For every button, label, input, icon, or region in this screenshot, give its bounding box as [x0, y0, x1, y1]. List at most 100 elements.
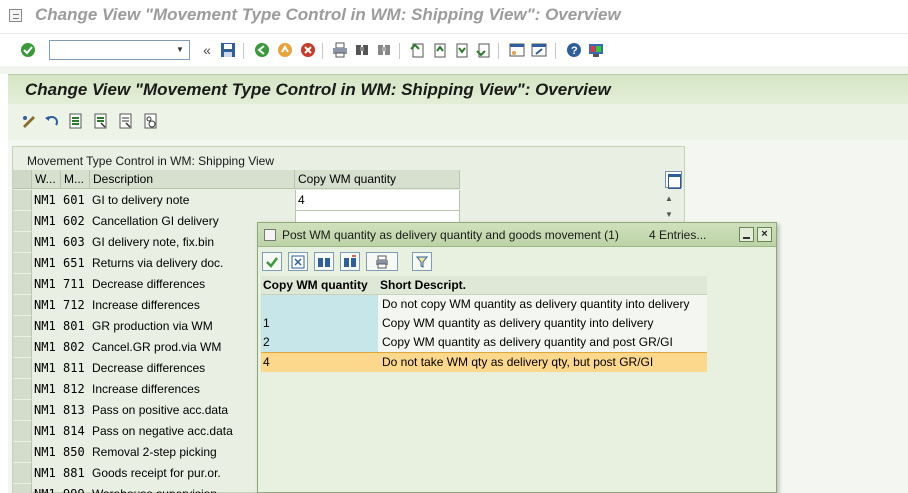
- command-input[interactable]: [50, 41, 168, 59]
- table-row[interactable]: NM1 601 GI to delivery note 4: [13, 190, 460, 211]
- table-row[interactable]: NM1999Warehouse supervision: [13, 484, 295, 493]
- copy-wm-quantity-field[interactable]: 4: [295, 190, 460, 211]
- table-caption: Movement Type Control in WM: Shipping Vi…: [27, 154, 275, 168]
- select-all-icon[interactable]: [67, 112, 85, 130]
- page-title: Change View "Movement Type Control in WM…: [25, 80, 611, 99]
- cell-movement-type: 651: [63, 256, 85, 270]
- value-list-row[interactable]: 2 Copy WM quantity as delivery quantity a…: [261, 333, 707, 352]
- row-selector[interactable]: [13, 400, 32, 421]
- minimize-icon[interactable]: [739, 227, 754, 242]
- row-selector[interactable]: [13, 484, 32, 493]
- customize-layout-icon[interactable]: [587, 41, 605, 59]
- row-selector[interactable]: [13, 316, 32, 337]
- scroll-down-icon[interactable]: ▼: [665, 210, 673, 219]
- table-row[interactable]: NM1 651 Returns via delivery doc.: [13, 253, 295, 274]
- last-page-icon[interactable]: [474, 41, 492, 59]
- collapse-icon[interactable]: «: [198, 41, 216, 59]
- print-icon[interactable]: [331, 41, 349, 59]
- window-icon: [9, 9, 22, 22]
- variable-list-icon[interactable]: [142, 112, 160, 130]
- filter-icon[interactable]: [412, 252, 432, 271]
- cancel-icon[interactable]: [288, 252, 308, 271]
- value-key[interactable]: 4: [261, 353, 378, 372]
- table-row[interactable]: NM1 802 Cancel.GR prod.via WM: [13, 337, 295, 358]
- column-header-copy-wm-quantity[interactable]: Copy WM quantity: [295, 170, 460, 189]
- row-selector[interactable]: [13, 379, 32, 400]
- find-next-icon[interactable]: [375, 41, 393, 59]
- value-description[interactable]: Copy WM quantity as delivery quantity in…: [378, 314, 707, 333]
- table-row[interactable]: NM1 712 Increase differences: [13, 295, 295, 316]
- table-row[interactable]: NM1 811 Decrease differences: [13, 358, 295, 379]
- table-row[interactable]: NM1 711 Decrease differences: [13, 274, 295, 295]
- select-block-icon[interactable]: [92, 112, 110, 130]
- table-row[interactable]: NM1 801 GR production via WM: [13, 316, 295, 337]
- table-row[interactable]: NM1 812 Increase differences: [13, 379, 295, 400]
- row-selector[interactable]: [13, 358, 32, 379]
- save-icon[interactable]: [219, 41, 237, 59]
- column-header-description[interactable]: Description: [90, 170, 295, 189]
- value-description[interactable]: Do not take WM qty as delivery qty, but …: [378, 353, 707, 372]
- value-key[interactable]: [261, 295, 378, 314]
- select-all-column[interactable]: [13, 170, 32, 189]
- undo-change-icon[interactable]: [43, 112, 61, 130]
- cell-movement-type: 811: [63, 361, 85, 375]
- previous-page-icon[interactable]: [430, 41, 448, 59]
- row-selector[interactable]: [13, 232, 32, 253]
- cell-movement-type: 601: [63, 193, 85, 207]
- value-list-row[interactable]: Do not copy WM quantity as delivery quan…: [261, 295, 707, 314]
- table-row[interactable]: NM1 603 GI delivery note, fix.bin: [13, 232, 295, 253]
- print-icon[interactable]: [366, 252, 398, 271]
- help-icon[interactable]: ?: [565, 41, 583, 59]
- column-header-short-description[interactable]: Short Descript.: [378, 276, 707, 295]
- accept-icon[interactable]: [262, 252, 282, 271]
- next-page-icon[interactable]: [452, 41, 470, 59]
- cell-movement-type: 812: [63, 382, 85, 396]
- value-key[interactable]: 1: [261, 314, 378, 333]
- table-row[interactable]: NM1 813 Pass on positive acc.data: [13, 400, 295, 421]
- application-toolbar: [8, 104, 908, 140]
- row-selector[interactable]: [13, 211, 32, 232]
- first-page-icon[interactable]: [408, 41, 426, 59]
- back-icon[interactable]: [253, 41, 271, 59]
- deselect-all-icon[interactable]: [117, 112, 135, 130]
- table-row[interactable]: NM1 850 Removal 2-step picking: [13, 442, 295, 463]
- dialog-title-bar[interactable]: Post WM quantity as delivery quantity an…: [258, 223, 776, 247]
- cancel-icon[interactable]: [299, 41, 317, 59]
- shortcut-icon[interactable]: [530, 41, 548, 59]
- find-next-icon[interactable]: [340, 252, 360, 271]
- cell-warehouse: NM1: [34, 319, 56, 333]
- value-list-row[interactable]: 4 Do not take WM qty as delivery qty, but…: [261, 352, 707, 372]
- column-header-warehouse[interactable]: W...: [32, 170, 61, 189]
- value-list-row[interactable]: 1 Copy WM quantity as delivery quantity i…: [261, 314, 707, 333]
- value-description[interactable]: Copy WM quantity as delivery quantity an…: [378, 333, 707, 352]
- row-selector[interactable]: [13, 442, 32, 463]
- row-selector[interactable]: [13, 253, 32, 274]
- table-row[interactable]: NM1 881 Goods receipt for pur.or.: [13, 463, 295, 484]
- create-session-icon[interactable]: [508, 41, 526, 59]
- row-selector[interactable]: [13, 337, 32, 358]
- cell-warehouse: NM1: [34, 298, 56, 312]
- find-icon[interactable]: [353, 41, 371, 59]
- table-row[interactable]: NM1 814 Pass on negative acc.data: [13, 421, 295, 442]
- value-description[interactable]: Do not copy WM quantity as delivery quan…: [378, 295, 707, 314]
- table-settings-icon[interactable]: [665, 171, 682, 189]
- row-selector[interactable]: [13, 421, 32, 442]
- find-icon[interactable]: [314, 252, 334, 271]
- row-selector[interactable]: [13, 463, 32, 484]
- cell-movement-type: 801: [63, 319, 85, 333]
- column-header-copy-wm-quantity[interactable]: Copy WM quantity: [261, 276, 378, 295]
- value-key[interactable]: 2: [261, 333, 378, 352]
- chevron-down-icon[interactable]: ▼: [173, 43, 187, 57]
- cell-description: GI to delivery note: [92, 193, 190, 207]
- row-selector[interactable]: [13, 295, 32, 316]
- row-selector[interactable]: [13, 274, 32, 295]
- row-selector[interactable]: [13, 190, 32, 211]
- close-icon[interactable]: ×: [757, 227, 772, 242]
- enter-icon[interactable]: [19, 41, 37, 59]
- scroll-up-icon[interactable]: ▲: [665, 194, 673, 203]
- display-change-icon[interactable]: [20, 112, 38, 130]
- exit-icon[interactable]: [276, 41, 294, 59]
- command-field[interactable]: ▼: [49, 40, 190, 60]
- page-header: Change View "Movement Type Control in WM…: [8, 74, 908, 104]
- column-header-movement-type[interactable]: M...: [61, 170, 90, 189]
